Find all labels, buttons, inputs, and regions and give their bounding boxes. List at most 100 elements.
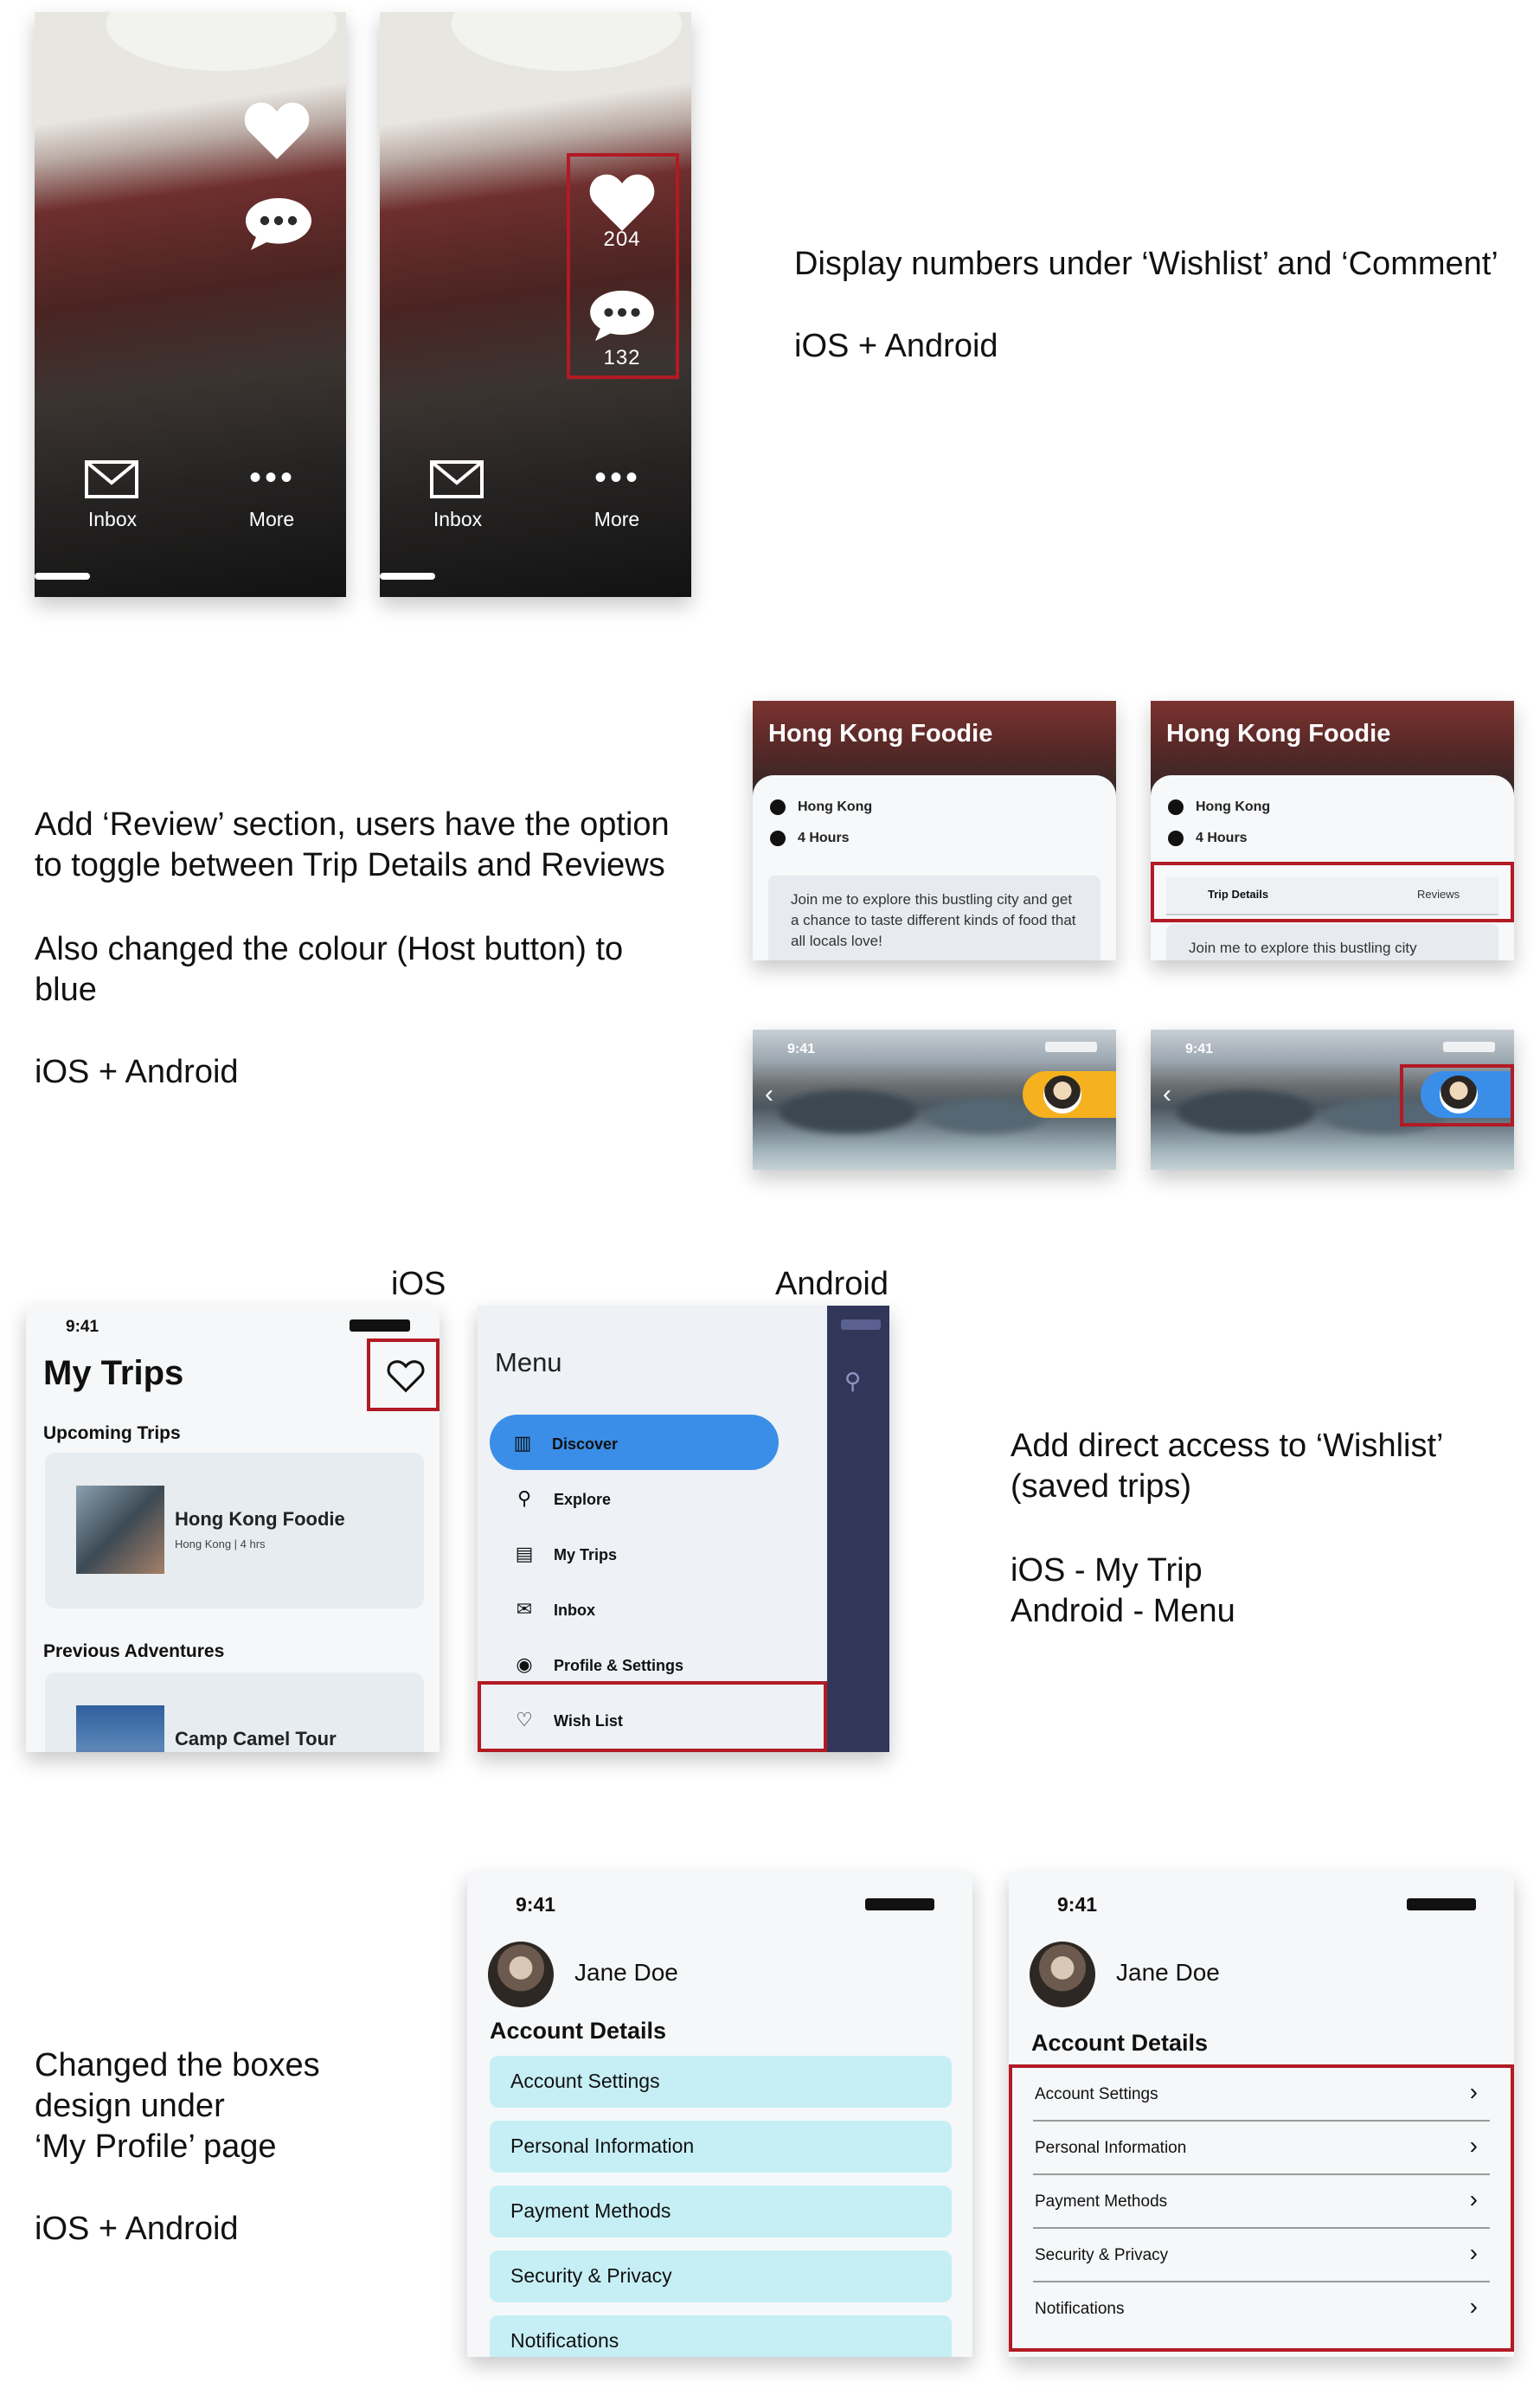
menu-item-inbox[interactable]: ✉ Inbox xyxy=(512,1598,595,1621)
host-avatar xyxy=(1043,1075,1081,1114)
location-text: Hong Kong xyxy=(1196,799,1271,815)
more-icon[interactable]: ••• xyxy=(249,459,296,498)
highlight-box xyxy=(1400,1064,1514,1127)
trip-thumbnail xyxy=(76,1705,164,1752)
boat-blur xyxy=(779,1090,917,1133)
ios-my-trips-screen: 9:41 My Trips Upcoming Trips Hong Kong F… xyxy=(26,1306,440,1752)
trip-description: Join me to explore this bustling city an… xyxy=(768,876,1100,960)
location-text: Hong Kong xyxy=(798,799,873,815)
avatar[interactable] xyxy=(488,1942,554,2007)
section-heading: Account Details xyxy=(1031,2030,1209,2056)
personal-information-button[interactable]: Personal Information xyxy=(490,2121,952,2173)
comment-icon[interactable] xyxy=(244,194,313,254)
menu-item-explore[interactable]: ⚲ Explore xyxy=(512,1487,611,1510)
note-platform: iOS + Android xyxy=(35,2211,239,2247)
menu-item-discover[interactable]: ▥ Discover xyxy=(510,1432,618,1454)
duration-text: 4 Hours xyxy=(798,831,850,846)
location-row: Hong Kong xyxy=(770,799,872,815)
duration-row: 4 Hours xyxy=(770,831,850,846)
search-icon: ⚲ xyxy=(517,1487,532,1509)
note-review: Add ‘Review’ section, users have the opt… xyxy=(35,806,670,883)
status-icons xyxy=(1443,1042,1495,1052)
status-icons xyxy=(865,1898,934,1910)
clock-icon xyxy=(770,831,786,846)
status-time: 9:41 xyxy=(787,1042,816,1056)
search-icon[interactable]: ⚲ xyxy=(844,1368,861,1395)
section-heading: Upcoming Trips xyxy=(43,1423,181,1443)
highlight-box xyxy=(1151,862,1514,922)
note-counts: Display numbers under ‘Wishlist’ and ‘Co… xyxy=(794,246,1498,282)
trip-name: Hong Kong Foodie xyxy=(175,1508,345,1530)
status-time: 9:41 xyxy=(1057,1893,1098,1916)
trip-sheet: Hong Kong 4 Hours Join me to explore thi… xyxy=(753,775,1116,960)
trip-name: Camp Camel Tour xyxy=(175,1728,337,1749)
status-icons xyxy=(350,1319,410,1332)
status-icons xyxy=(1407,1898,1476,1910)
status-time: 9:41 xyxy=(516,1893,556,1916)
highlight-box xyxy=(567,153,679,379)
heart-icon[interactable] xyxy=(242,99,311,159)
profile-after: 9:41 Jane Doe Account Details Account Se… xyxy=(1009,1872,1514,2357)
phone-after-counts: 204 132 Inbox ••• More xyxy=(380,12,691,597)
user-name: Jane Doe xyxy=(574,1959,678,1986)
avatar[interactable] xyxy=(1030,1942,1095,2007)
tab-more-label[interactable]: More xyxy=(565,508,669,531)
account-circle-icon: ◉ xyxy=(516,1653,533,1675)
note-platform: iOS + Android xyxy=(35,1054,239,1090)
menu-title: Menu xyxy=(495,1347,562,1377)
menu-item-my-trips[interactable]: ▤ My Trips xyxy=(512,1543,617,1565)
profile-before: 9:41 Jane Doe Account Details Account Se… xyxy=(467,1872,972,2357)
account-settings-button[interactable]: Account Settings xyxy=(490,2056,952,2108)
menu-item-label: Explore xyxy=(554,1491,612,1508)
trip-title: Hong Kong Foodie xyxy=(768,720,993,748)
trip-card[interactable]: Hong Kong Foodie Hong Kong | 4 hrs xyxy=(45,1453,424,1608)
back-chevron-icon[interactable]: ‹ xyxy=(1163,1080,1171,1109)
boat-blur xyxy=(1177,1090,1315,1133)
luggage-icon: ▤ xyxy=(515,1543,534,1564)
status-time: 9:41 xyxy=(1185,1042,1214,1056)
page-title: My Trips xyxy=(43,1354,184,1392)
duration-text: 4 Hours xyxy=(1196,831,1248,846)
location-pin-icon xyxy=(1168,799,1184,815)
host-banner-before: 9:41 ‹ xyxy=(753,1030,1116,1170)
tab-inbox-label[interactable]: Inbox xyxy=(61,508,164,531)
trip-description: Join me to explore this bustling city xyxy=(1166,924,1498,960)
note-platform: iOS + Android xyxy=(794,328,998,364)
label-android: Android xyxy=(775,1266,889,1302)
location-row: Hong Kong xyxy=(1168,799,1270,815)
location-pin-icon xyxy=(770,799,786,815)
host-button[interactable] xyxy=(1023,1071,1116,1118)
menu-item-profile[interactable]: ◉ Profile & Settings xyxy=(512,1653,683,1676)
mail-icon: ✉ xyxy=(516,1598,533,1620)
status-icons xyxy=(841,1319,881,1330)
note-host-colour: Also changed the colour (Host button) to… xyxy=(35,931,624,1008)
highlight-box xyxy=(1009,2064,1514,2352)
home-indicator xyxy=(35,573,90,580)
map-icon: ▥ xyxy=(513,1432,532,1454)
trip-title: Hong Kong Foodie xyxy=(1166,720,1391,748)
android-menu-screen: ⚲ Menu ▥ Discover ⚲ Explore ▤ My Trips ✉ Inb… xyxy=(478,1306,889,1752)
section-heading: Previous Adventures xyxy=(43,1641,225,1661)
highlight-box xyxy=(367,1339,440,1411)
tab-more-label[interactable]: More xyxy=(220,508,324,531)
trip-card[interactable]: Camp Camel Tour xyxy=(45,1672,424,1752)
highlight-box xyxy=(478,1681,827,1752)
trip-card-before: Hong Kong Foodie Hong Kong 4 Hours Join … xyxy=(753,701,1116,960)
inbox-icon[interactable] xyxy=(430,460,484,498)
trip-thumbnail xyxy=(76,1486,164,1574)
more-icon[interactable]: ••• xyxy=(594,459,641,498)
status-icons xyxy=(1045,1042,1097,1052)
inbox-icon[interactable] xyxy=(85,460,138,498)
back-chevron-icon[interactable]: ‹ xyxy=(765,1080,773,1109)
security-privacy-button[interactable]: Security & Privacy xyxy=(490,2250,952,2302)
notifications-button[interactable]: Notifications xyxy=(490,2315,952,2357)
trip-card-after: Hong Kong Foodie Hong Kong 4 Hours Trip … xyxy=(1151,701,1514,960)
tab-inbox-label[interactable]: Inbox xyxy=(406,508,510,531)
phone-before-counts: Inbox ••• More xyxy=(35,12,346,597)
menu-item-label: Inbox xyxy=(554,1602,595,1619)
payment-methods-button[interactable]: Payment Methods xyxy=(490,2186,952,2237)
trip-meta: Hong Kong | 4 hrs xyxy=(175,1538,266,1550)
status-time: 9:41 xyxy=(66,1318,99,1336)
menu-item-label: My Trips xyxy=(554,1546,618,1563)
user-name: Jane Doe xyxy=(1116,1959,1220,1986)
